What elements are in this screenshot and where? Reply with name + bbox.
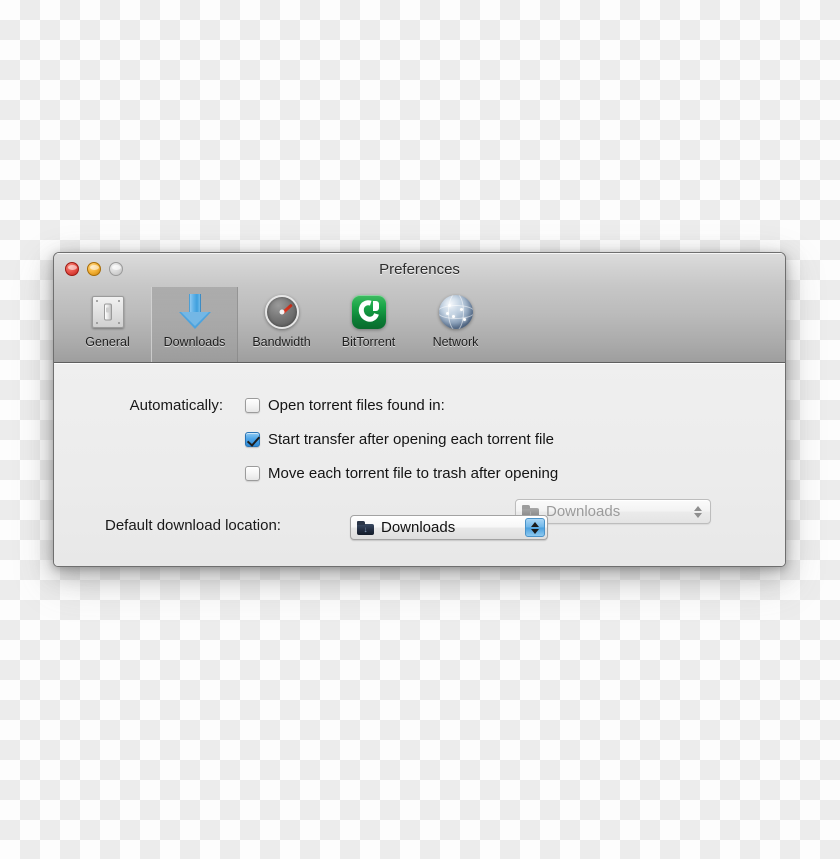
default-download-location-stepper[interactable] [525,518,545,537]
tab-bandwidth[interactable]: Bandwidth [238,287,325,362]
switch-plate-icon [88,292,128,332]
toolbar-tabs: General Downloads Bandwidth BitTorrent N… [64,287,499,363]
downloads-folder-icon: ↓ [357,520,374,535]
down-arrow-icon [175,292,215,332]
tab-network-label: Network [432,335,479,349]
globe-icon [436,292,476,332]
tab-bittorrent-label: BitTorrent [341,335,396,349]
window-titlebar: Preferences General Downloads Bandwidth … [54,253,785,363]
window-title: Preferences [379,261,460,278]
row-move-to-trash: Move each torrent file to trash after op… [245,465,558,482]
downloads-pane: Automatically: Open torrent files found … [54,363,785,566]
tab-bandwidth-label: Bandwidth [252,335,311,349]
tab-downloads-label: Downloads [163,335,226,349]
bittorrent-icon [349,292,389,332]
gauge-icon [262,292,302,332]
found-in-folder-stepper[interactable] [688,502,708,521]
row-default-download-location: Default download location: [105,517,281,534]
chevron-up-icon [694,505,702,511]
checkbox-move-to-trash-label: Move each torrent file to trash after op… [268,465,559,482]
automatically-label: Automatically: [129,397,223,414]
default-download-location-popup[interactable]: ↓ Downloads [350,515,548,540]
row-start-transfer: Start transfer after opening each torren… [245,431,554,448]
checkbox-move-to-trash[interactable] [245,466,260,481]
row-open-torrent-files: Automatically: Open torrent files found … [107,397,445,414]
default-download-location-label: Default download location: [105,517,281,534]
preferences-window: Preferences General Downloads Bandwidth … [53,252,786,567]
chevron-down-icon [694,512,702,518]
chevron-up-icon [531,521,539,527]
checkbox-start-transfer[interactable] [245,432,260,447]
found-in-folder-value: Downloads [546,503,621,520]
checkbox-open-torrent-files-label: Open torrent files found in: [268,397,445,414]
tab-bittorrent[interactable]: BitTorrent [325,287,412,362]
tab-general-label: General [85,335,130,349]
default-download-location-value: Downloads [381,519,456,536]
tab-network[interactable]: Network [412,287,499,362]
checkbox-open-torrent-files[interactable] [245,398,260,413]
tab-downloads[interactable]: Downloads [151,287,238,362]
tab-general[interactable]: General [64,287,151,362]
checkbox-start-transfer-label: Start transfer after opening each torren… [268,431,554,448]
chevron-down-icon [531,528,539,534]
